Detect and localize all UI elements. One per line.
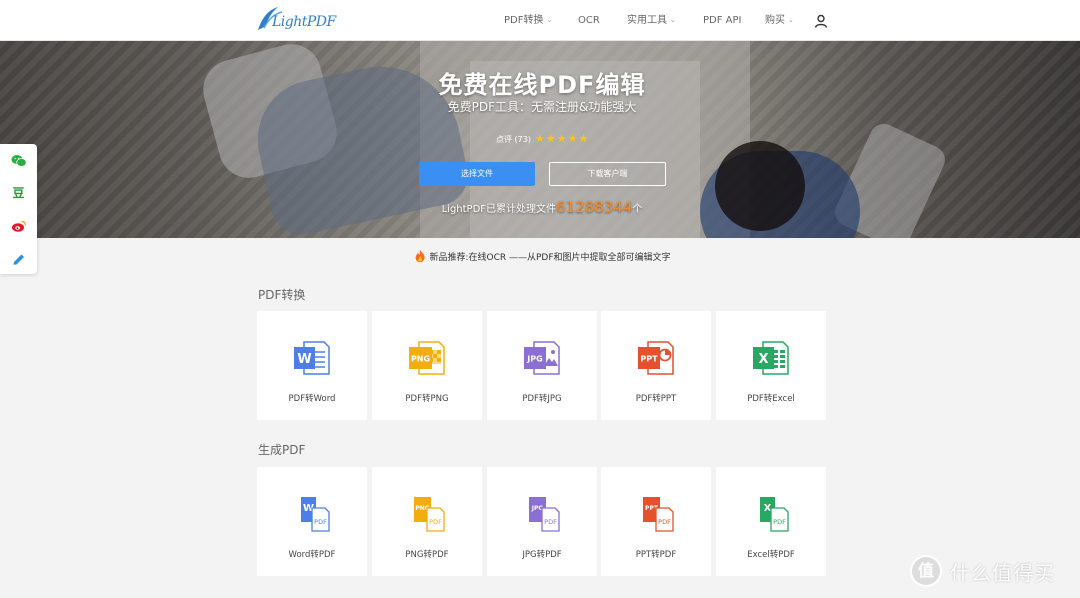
pdf-badge-text: PDF	[773, 518, 786, 526]
word-badge-text: W	[297, 352, 311, 367]
nav-pdf-convert[interactable]: PDF转换 ⌄	[504, 0, 552, 41]
nav-pdf-api-label: PDF API	[703, 15, 742, 26]
card-label: PNG转PDF	[405, 550, 449, 560]
nav-tools-label: 实用工具	[627, 15, 667, 26]
ppt-to-pdf-card[interactable]: PPT PDF PPT转PDF	[601, 467, 711, 576]
nav-buy[interactable]: 购买 ⌄	[765, 0, 794, 41]
jpg-badge-text: JPG	[526, 355, 542, 364]
lightpdf-logo[interactable]: LightPDF	[254, 4, 336, 36]
star-icon: ★	[578, 132, 589, 145]
douban-glyph: 豆	[12, 186, 25, 200]
hero-banner: 免费在线PDF编辑 免费PDF工具：无需注册&功能强大 点评 (73) ★ ★ …	[0, 41, 1080, 238]
png-badge-text: PNG	[411, 355, 430, 364]
ppt-icon: PPT	[638, 341, 674, 375]
png-to-pdf-card[interactable]: PNG PDF PNG转PDF	[372, 467, 482, 576]
star-icon: ★	[545, 132, 556, 145]
pdf-to-png-card[interactable]: PNG PDF转PNG	[372, 311, 482, 420]
hero-title: 免费在线PDF编辑	[438, 71, 646, 99]
pdf-badge-text: PDF	[314, 518, 327, 526]
excel-to-pdf-card[interactable]: X PDF Excel转PDF	[716, 467, 826, 576]
pdf-badge-text: PDF	[658, 518, 671, 526]
card-label: PDF转PNG	[405, 394, 449, 404]
counter-value: 61288344	[556, 198, 633, 216]
pdf-badge-text: PDF	[429, 518, 442, 526]
section-title-pdf-convert: PDF转换	[258, 288, 306, 302]
card-label: Word转PDF	[288, 550, 336, 560]
announcement-link[interactable]: 新品推荐:在线OCR ——从PDF和图片中提取全部可编辑文字	[429, 253, 670, 263]
excel-badge-text: X	[758, 352, 768, 367]
card-label: PDF转Excel	[747, 394, 795, 404]
weibo-icon[interactable]	[8, 215, 29, 236]
pdf-to-excel-card[interactable]: X PDF转Excel	[716, 311, 826, 420]
counter-suffix: 个	[632, 204, 643, 215]
announcement: 新品推荐:在线OCR ——从PDF和图片中提取全部可编辑文字	[0, 249, 1080, 263]
flame-icon	[416, 250, 426, 263]
nav-pdf-api[interactable]: PDF API	[703, 0, 741, 41]
star-icon: ★	[567, 132, 578, 145]
wechat-icon[interactable]	[8, 150, 29, 171]
nav-buy-label: 购买	[765, 15, 785, 26]
top-header: LightPDF PDF转换 ⌄ OCR 实用工具 ⌄ PDF API 购买 ⌄	[0, 0, 1080, 41]
star-icon: ★	[534, 132, 545, 145]
counter-prefix: LightPDF已累计处理文件	[441, 204, 557, 215]
nav-pdf-convert-label: PDF转换	[504, 15, 544, 26]
jpg-to-pdf-icon: JPG PDF	[529, 497, 560, 532]
pdf-badge-text: PDF	[544, 518, 557, 526]
jpg-to-pdf-card[interactable]: JPG PDF JPG转PDF	[487, 467, 597, 576]
card-label: JPG转PDF	[522, 550, 562, 560]
select-file-button[interactable]: 选择文件	[419, 162, 535, 186]
card-label: Excel转PDF	[747, 550, 795, 560]
word-icon: W	[294, 341, 330, 375]
hero-subtitle: 免费PDF工具：无需注册&功能强大	[447, 100, 637, 114]
card-label: PDF转PPT	[635, 394, 677, 404]
png-to-pdf-icon: PNG PDF	[414, 497, 445, 532]
watermark: 值 什么值得买	[910, 554, 1055, 588]
nav-tools[interactable]: 实用工具 ⌄	[627, 0, 676, 41]
section-title-create-pdf: 生成PDF	[258, 443, 306, 457]
card-label: PDF转JPG	[522, 394, 562, 404]
chevron-down-icon: ⌄	[788, 16, 794, 24]
pdf-to-word-card[interactable]: W PDF转Word	[257, 311, 367, 420]
nav-ocr-label: OCR	[578, 15, 600, 26]
download-client-button[interactable]: 下载客户端	[549, 162, 666, 186]
card-label: PDF转Word	[288, 394, 336, 404]
rating[interactable]: 点评 (73) ★ ★ ★ ★ ★	[496, 132, 588, 146]
nav-ocr[interactable]: OCR	[578, 0, 600, 41]
star-icon: ★	[556, 132, 567, 145]
watermark-text: 什么值得买	[950, 560, 1055, 585]
card-label: PPT转PDF	[635, 550, 677, 560]
watermark-logo: 值	[910, 555, 942, 587]
pdf-to-jpg-card[interactable]: JPG PDF转JPG	[487, 311, 597, 420]
ppt-badge-text: PPT	[640, 355, 658, 364]
rating-label: 点评 (73)	[496, 134, 531, 144]
ppt-to-pdf-icon: PPT PDF	[643, 497, 674, 532]
excel-to-pdf-icon: X PDF	[760, 497, 789, 532]
processed-files-counter: LightPDF已累计处理文件61288344个	[0, 198, 1080, 216]
logo-text: LightPDF	[272, 14, 336, 30]
chevron-down-icon: ⌄	[546, 16, 553, 24]
png-icon: PNG	[409, 341, 445, 375]
pdf-to-ppt-card[interactable]: PPT PDF转PPT	[601, 311, 711, 420]
jpg-icon: JPG	[524, 341, 560, 375]
word-to-pdf-icon: W PDF	[301, 497, 330, 532]
excel-icon: X	[753, 341, 789, 375]
douban-icon[interactable]: 豆	[8, 182, 29, 203]
rating-stars: ★ ★ ★ ★ ★	[535, 132, 588, 146]
user-icon[interactable]	[814, 14, 828, 28]
chevron-down-icon: ⌄	[670, 16, 676, 24]
word-to-pdf-card[interactable]: W PDF Word转PDF	[257, 467, 367, 576]
